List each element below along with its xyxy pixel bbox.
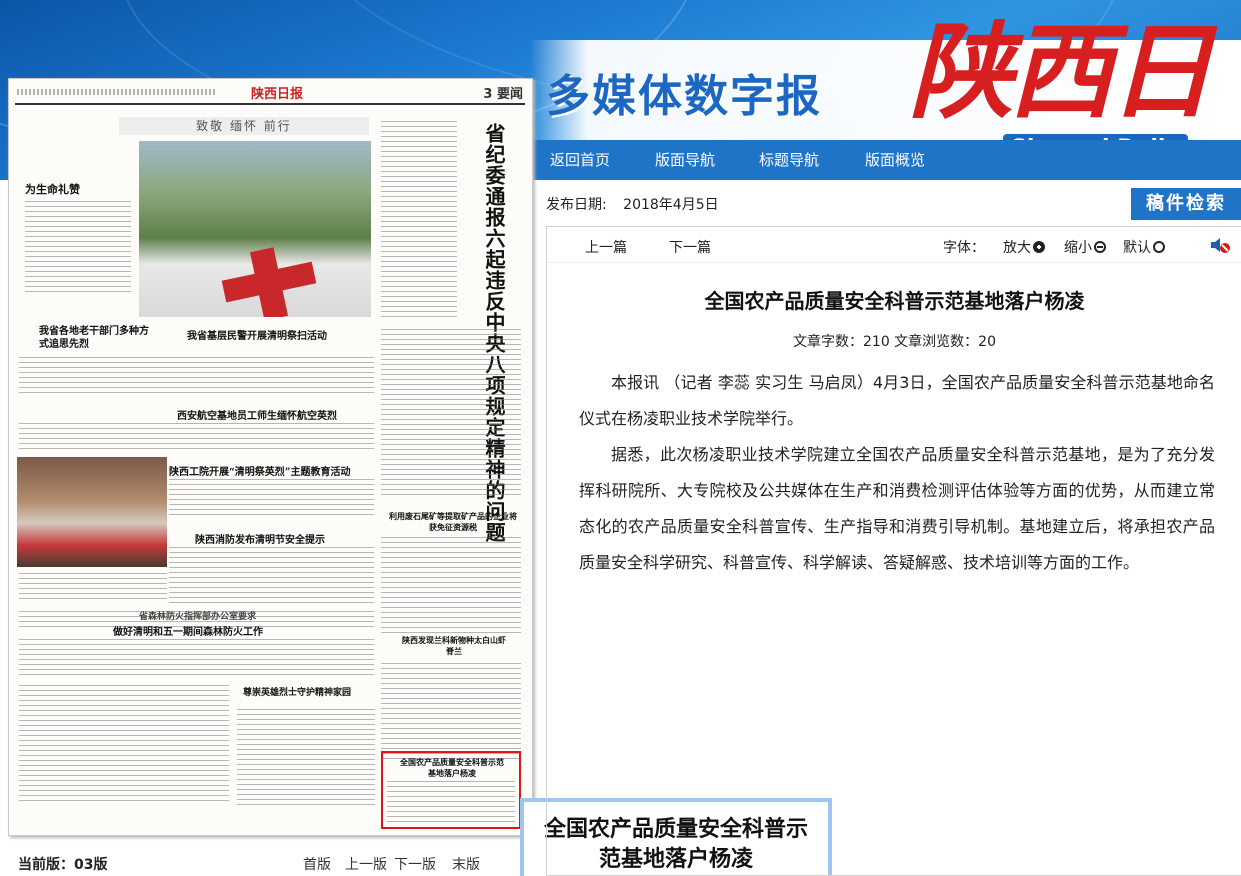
paper-headline[interactable]: 利用废石尾矿等提取矿产品的企业将获免征资源税 [389,511,517,533]
paper-text-block [381,663,521,759]
font-bigger-button[interactable]: 放大 [1003,237,1045,257]
nav-page-navigation[interactable]: 版面导航 [655,149,715,170]
paper-headline[interactable]: 尊崇英雄烈士守护精神家园 [237,685,357,698]
newspaper-page-image[interactable]: 陕西日报 3 要闻 致敬 缅怀 前行 为生命礼赞 我省各地老干部门多种方式追思先… [8,78,533,836]
paper-headline[interactable]: 西安航空基地员工师生缅怀航空英烈 [177,407,337,422]
next-article-link[interactable]: 下一篇 [669,237,711,257]
paper-headline[interactable]: 我省基层民警开展清明祭扫活动 [187,327,327,342]
paper-text-block [237,709,375,809]
paper-photo-flowers [139,141,371,317]
prev-article-link[interactable]: 上一篇 [585,237,627,257]
article-search-button[interactable]: 稿件检索 [1131,188,1241,220]
next-page-link[interactable]: 下一版 [394,854,436,874]
paper-masthead: 陕西日报 3 要闻 [15,83,525,105]
paper-text-block [381,537,521,637]
page-navigation-bar: 当前版：03版 首版 上一版 下一版 末版 [0,850,530,876]
publish-date-value: 2018年4月5日 [623,197,719,213]
publish-date-row: 发布日期: 2018年4月5日 [546,194,719,214]
prev-page-link[interactable]: 上一版 [345,854,387,874]
last-page-link[interactable]: 末版 [452,854,480,874]
paper-headline[interactable]: 陕西消防发布清明节安全提示 [195,531,325,546]
site-title: 多媒体数字报 [546,71,822,122]
publish-date-label: 发布日期: [546,197,607,213]
paper-headline[interactable]: 为生命礼赞 [25,181,80,197]
paper-headline: 全国农产品质量安全科普示范基地落户杨凌 [400,757,504,778]
paper-text-block [19,639,374,679]
paper-text-block [387,781,515,823]
article-body: 本报讯 （记者 李蕊 实习生 马启凤）4月3日，全国农产品质量安全科普示范基地命… [579,365,1215,581]
font-smaller-label: 缩小 [1064,240,1092,256]
paper-text-block [19,685,229,805]
font-default-label: 默认 [1123,240,1151,256]
paper-headline[interactable]: 做好清明和五一期间森林防火工作 [113,623,263,638]
nav-title-navigation[interactable]: 标题导航 [759,149,819,170]
paper-page-label: 3 要闻 [483,87,523,102]
font-bigger-label: 放大 [1003,240,1031,256]
paper-text-block [381,121,457,321]
article-toolbar: 上一篇 下一篇 字体： 放大 缩小 默认 [547,227,1241,263]
paper-sub-banner: 致敬 缅怀 前行 [119,117,369,135]
paper-text-block [19,357,374,397]
article-title: 全国农产品质量安全科普示范基地落户杨凌 [704,289,1085,313]
article-panel: 上一篇 下一篇 字体： 放大 缩小 默认 全国农产品质量安全科普示范基地落户杨凌… [546,226,1241,876]
paper-text-block [381,329,521,499]
font-default-button[interactable]: 默认 [1123,237,1165,257]
first-page-link[interactable]: 首版 [303,854,331,874]
speaker-mute-icon[interactable] [1209,235,1231,255]
font-size-label: 字体： [943,240,985,256]
nav-page-overview[interactable]: 版面概览 [865,149,925,170]
paper-photo-students [17,457,167,567]
paper-text-block [19,573,167,603]
paper-headline[interactable]: 陕西工院开展“清明祭英烈”主题教育活动 [169,463,351,478]
main-nav: 返回首页 版面导航 标题导航 版面概览 [530,140,1241,180]
article-stats: 文章字数：210 文章浏览数：20 [793,334,996,350]
paper-headline[interactable]: 省森林防火指挥部办公室要求 [139,609,256,622]
paper-text-block [25,201,131,293]
current-page-label: 当前版：03版 [18,857,108,873]
font-smaller-button[interactable]: 缩小 [1064,237,1106,257]
paper-text-block [169,547,374,603]
article-paragraph: 本报讯 （记者 李蕊 实习生 马启凤）4月3日，全国农产品质量安全科普示范基地命… [579,373,1215,428]
nav-home[interactable]: 返回首页 [550,149,610,170]
paper-masthead-logo: 陕西日报 [251,87,304,102]
article-paragraph: 据悉，此次杨凌职业技术学院建立全国农产品质量安全科普示范基地，是为了充分发挥科研… [579,445,1215,572]
minus-circle-icon [1094,241,1106,253]
paper-headline[interactable]: 陕西发现兰科新物种太白山虾脊兰 [399,635,509,657]
paper-text-block [19,423,374,453]
plus-circle-icon [1033,241,1045,253]
paper-text-block [169,479,374,519]
circle-icon [1153,241,1165,253]
paper-headline[interactable]: 我省各地老干部门多种方式追思先烈 [39,325,149,351]
highlighted-article-region[interactable]: 全国农产品质量安全科普示范基地落户杨凌 [381,751,521,829]
paper-masthead-info [17,89,217,95]
